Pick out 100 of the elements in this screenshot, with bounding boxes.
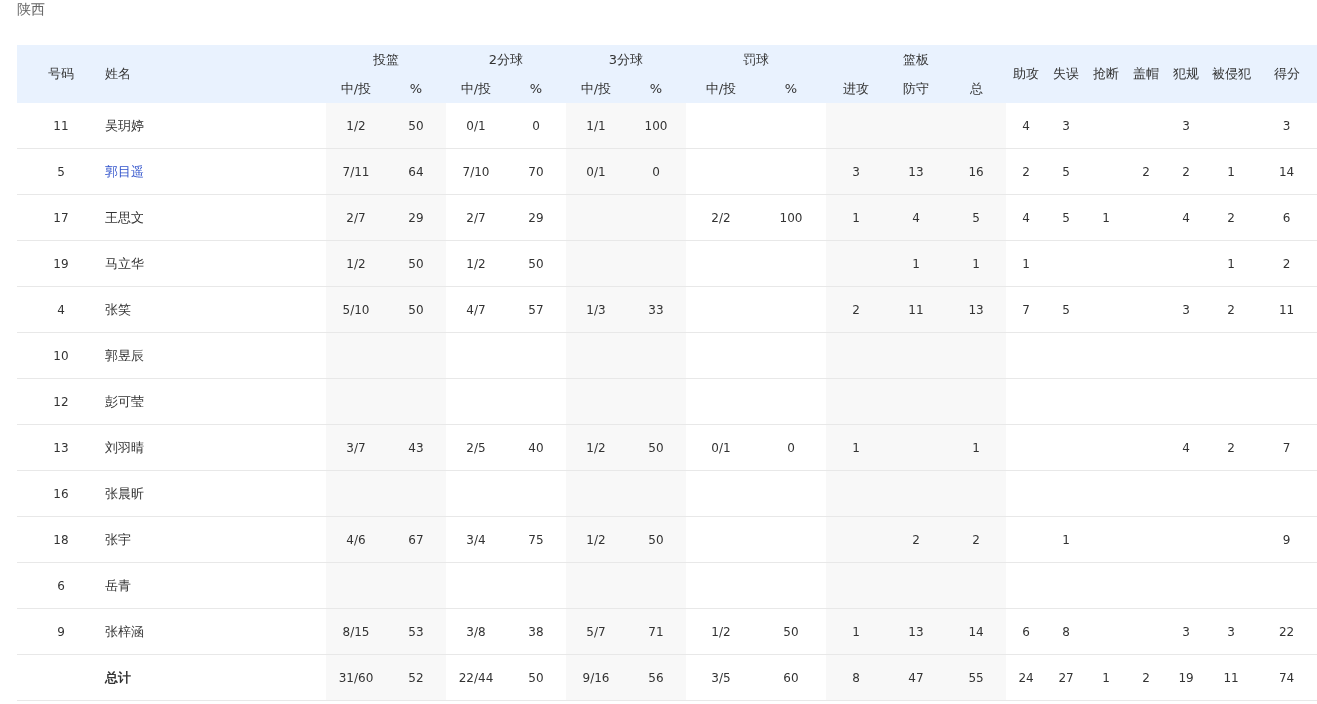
table-cell: 11: [17, 103, 105, 149]
column-subheader: 中/投: [566, 74, 626, 103]
table-cell: 6: [17, 562, 105, 609]
stat-value: 1/2: [346, 256, 366, 271]
stat-value: 1: [912, 256, 920, 271]
column-subheader: %: [626, 74, 686, 103]
stat-value: 2: [1142, 670, 1150, 685]
stat-value: 1/2: [711, 624, 731, 639]
stat-value: 16: [968, 164, 984, 179]
column-header: 被侵犯: [1206, 45, 1257, 103]
column-group-header: 2分球: [446, 45, 566, 74]
stat-value: 11: [1223, 670, 1239, 685]
team-title: 陕西: [17, 0, 46, 19]
stat-value: 43: [408, 440, 424, 455]
stat-value: 33: [648, 302, 664, 317]
stat-value: 1: [1102, 210, 1110, 225]
stat-value: 2: [1182, 164, 1190, 179]
column-subheader: 进攻: [826, 74, 886, 103]
stat-value: 1/2: [346, 118, 366, 133]
stat-value: 52: [408, 670, 424, 685]
stat-value: 2: [1227, 302, 1235, 317]
stat-value: 2/7: [466, 210, 486, 225]
column-header: 盖帽: [1126, 45, 1167, 103]
table-cell: 18: [17, 516, 105, 563]
column-header: 抢断: [1086, 45, 1127, 103]
stat-value: 11: [1278, 302, 1295, 317]
stat-value: 1: [1227, 164, 1235, 179]
stat-value: 56: [648, 670, 664, 685]
stat-value: 5/10: [342, 302, 370, 317]
stat-value: 5: [972, 210, 980, 225]
stat-value: 2/5: [466, 440, 486, 455]
stat-value: 1: [972, 256, 980, 271]
column-subheader: 中/投: [446, 74, 506, 103]
column-header: 姓名: [105, 45, 326, 103]
column-subheader: 总: [946, 74, 1007, 103]
table-cell: 19: [17, 240, 105, 287]
stat-value: 1: [1227, 256, 1235, 271]
stat-value: 1/1: [586, 118, 606, 133]
stat-value: 50: [783, 624, 799, 639]
stat-value: 22/44: [458, 670, 494, 685]
stat-value: 2: [972, 532, 980, 547]
stat-value: 38: [528, 624, 544, 639]
stat-value: 50: [528, 670, 544, 685]
stat-value: 2: [852, 302, 860, 317]
stat-value: 5/7: [586, 624, 606, 639]
stat-value: 2: [1022, 164, 1030, 179]
column-group-header: 篮板: [826, 45, 1007, 74]
stat-value: 29: [408, 210, 424, 225]
column-header: 犯规: [1166, 45, 1207, 103]
stat-value: 22: [1278, 624, 1295, 639]
stat-value: 9: [1282, 532, 1291, 547]
stat-value: 7: [1022, 302, 1030, 317]
column-subheader: %: [386, 74, 446, 103]
stat-value: 4: [1022, 118, 1030, 133]
stat-value: 2/7: [346, 210, 366, 225]
table-cell: 9: [17, 608, 105, 655]
stat-value: 55: [968, 670, 984, 685]
stat-value: 3/8: [466, 624, 486, 639]
stat-value: 100: [779, 210, 803, 225]
stat-value: 13: [908, 624, 924, 639]
stat-value: 4: [1182, 440, 1190, 455]
stat-value: 1: [1102, 670, 1110, 685]
stat-value: 2: [1227, 440, 1235, 455]
column-group-header: 3分球: [566, 45, 686, 74]
stat-value: 1/2: [586, 532, 606, 547]
stat-value: 0: [532, 118, 540, 133]
column-header: 助攻: [1006, 45, 1047, 103]
column-subheader: %: [506, 74, 566, 103]
stat-value: 1: [852, 440, 860, 455]
stat-value: 8: [1062, 624, 1070, 639]
stat-value: 0/1: [586, 164, 606, 179]
stat-value: 71: [648, 624, 664, 639]
stat-value: 0: [652, 164, 660, 179]
stat-value: 50: [408, 118, 424, 133]
stat-value: 1: [852, 210, 860, 225]
stat-value: 11: [908, 302, 924, 317]
stat-value: 3: [1182, 118, 1190, 133]
stat-value: 1: [1062, 532, 1070, 547]
column-subheader: 中/投: [326, 74, 386, 103]
stat-value: 24: [1018, 670, 1034, 685]
stat-value: 64: [408, 164, 424, 179]
column-header: 号码: [17, 45, 105, 103]
column-subheader: 中/投: [686, 74, 756, 103]
stat-value: 0/1: [466, 118, 486, 133]
stat-value: 7: [1282, 440, 1291, 455]
stat-value: 50: [528, 256, 544, 271]
stat-value: 67: [408, 532, 424, 547]
stat-value: 50: [408, 256, 424, 271]
table-cell: 12: [17, 378, 105, 425]
column-subheader: %: [756, 74, 826, 103]
stat-value: 1: [852, 624, 860, 639]
stat-value: 3/5: [711, 670, 731, 685]
stat-value: 5: [1062, 164, 1070, 179]
stat-value: 1/2: [586, 440, 606, 455]
stat-value: 74: [1278, 670, 1295, 685]
column-group-header: 投篮: [326, 45, 446, 74]
stat-value: 75: [528, 532, 544, 547]
stat-value: 100: [644, 118, 668, 133]
stat-value: 2/2: [711, 210, 731, 225]
stat-value: 0: [787, 440, 795, 455]
